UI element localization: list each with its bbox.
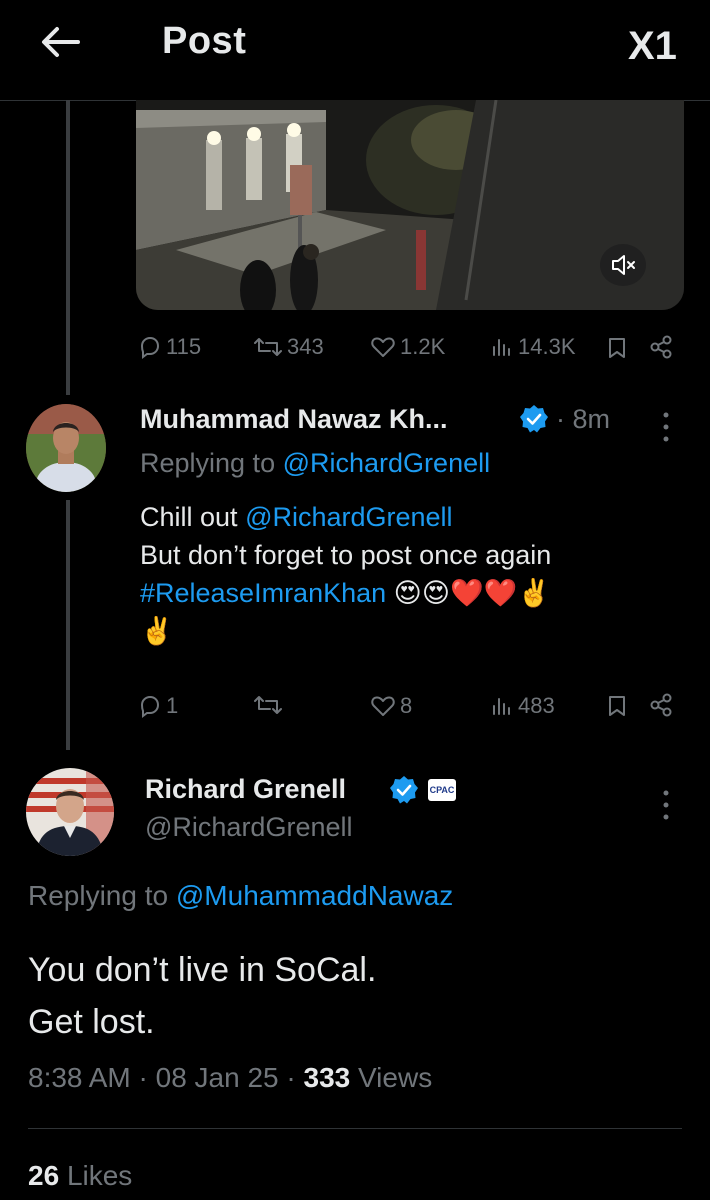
thread-connector-line	[66, 500, 70, 750]
reply-button[interactable]: 115	[138, 334, 201, 360]
avatar-image	[26, 404, 106, 492]
emoji-text: 😍😍❤️❤️✌️	[393, 578, 551, 608]
verified-badge-icon	[390, 776, 418, 804]
views-button[interactable]: 14.3K	[490, 334, 576, 360]
likes-label: Likes	[66, 1160, 133, 1191]
mention-link[interactable]: @RichardGrenell	[245, 502, 452, 532]
post-metadata: 8:38 AM · 08 Jan 25 · 333 Views	[28, 1062, 432, 1094]
share-icon[interactable]	[648, 334, 674, 360]
tweet-line: You don’t live in SoCal.	[28, 951, 377, 989]
repost-icon	[254, 338, 282, 356]
tweet-line: But don’t forget to post once again	[140, 540, 552, 570]
like-button[interactable]: 1.2K	[370, 334, 445, 360]
repost-count: 343	[287, 334, 324, 359]
replying-handle-link[interactable]: @MuhammaddNawaz	[176, 880, 453, 911]
reply-count: 1	[166, 693, 179, 718]
mute-button[interactable]	[600, 244, 646, 286]
tweet-line: Get lost.	[28, 1003, 155, 1041]
repost-icon	[254, 696, 282, 714]
emoji-line: ✌️	[140, 616, 174, 646]
views-count: 14.3K	[518, 334, 576, 359]
views-button[interactable]: 483	[490, 693, 555, 719]
heart-icon	[371, 337, 395, 357]
author-name[interactable]: Richard Grenell	[145, 774, 346, 805]
like-button[interactable]: 8	[370, 693, 412, 719]
tweet-line: Chill out @RichardGrenell	[140, 498, 680, 536]
hashtag-link[interactable]: #ReleaseImranKhan	[140, 578, 386, 608]
post-date: 08 Jan 25	[155, 1062, 279, 1093]
heart-icon	[371, 696, 395, 716]
x-logo-icon: X1	[628, 24, 677, 68]
views-label: Views	[358, 1062, 433, 1093]
repost-button[interactable]	[253, 693, 287, 717]
replying-prefix: Replying to	[140, 448, 276, 478]
separator-dot: ·	[286, 1062, 296, 1093]
replying-to-line: Replying to @RichardGrenell	[140, 448, 490, 479]
tweet-line: #ReleaseImranKhan 😍😍❤️❤️✌️	[140, 574, 680, 612]
back-arrow-icon[interactable]	[40, 26, 80, 58]
replying-to-line: Replying to @MuhammaddNawaz	[28, 880, 453, 912]
avatar[interactable]	[26, 768, 114, 856]
top-bar: Post X1	[0, 0, 710, 101]
bookmark-icon[interactable]	[606, 336, 628, 360]
affiliate-badge: CPAC	[428, 779, 456, 801]
post-time: · 8m	[556, 404, 610, 434]
verified-badge-icon	[520, 405, 548, 433]
views-count: 483	[518, 693, 555, 718]
tweet-text: Chill out	[140, 502, 238, 532]
more-options-icon[interactable]	[662, 410, 670, 444]
views-count: 333	[303, 1062, 351, 1093]
like-count: 8	[400, 693, 413, 718]
reply-icon	[140, 336, 160, 359]
avatar[interactable]	[26, 404, 106, 492]
thread-connector-line	[66, 100, 70, 395]
tweet-body: You don’t live in SoCal. Get lost.	[28, 944, 376, 1048]
reply-count: 115	[166, 334, 202, 359]
replying-prefix: Replying to	[28, 880, 169, 911]
speaker-muted-icon	[612, 255, 635, 275]
post-time: 8:38 AM	[28, 1062, 131, 1093]
divider	[28, 1128, 682, 1129]
like-count: 1.2K	[400, 334, 446, 359]
more-options-icon[interactable]	[662, 788, 670, 822]
author-handle[interactable]: @RichardGrenell	[145, 812, 352, 843]
tweet-body: Chill out @RichardGrenell But don’t forg…	[140, 498, 680, 650]
views-chart-icon	[493, 698, 510, 715]
separator-dot: ·	[138, 1062, 148, 1093]
views-chart-icon	[493, 339, 510, 356]
author-name[interactable]: Muhammad Nawaz Kh...	[140, 404, 448, 435]
reply-icon	[140, 695, 160, 718]
likes-summary[interactable]: 26 Likes	[28, 1160, 132, 1192]
bookmark-icon[interactable]	[606, 694, 628, 718]
share-icon[interactable]	[648, 692, 674, 718]
page-title: Post	[162, 20, 247, 62]
reply-button[interactable]: 1	[138, 693, 178, 719]
replying-handle-link[interactable]: @RichardGrenell	[283, 448, 490, 478]
repost-button[interactable]: 343	[253, 334, 324, 360]
likes-count: 26	[28, 1160, 60, 1191]
avatar-image	[26, 768, 114, 856]
